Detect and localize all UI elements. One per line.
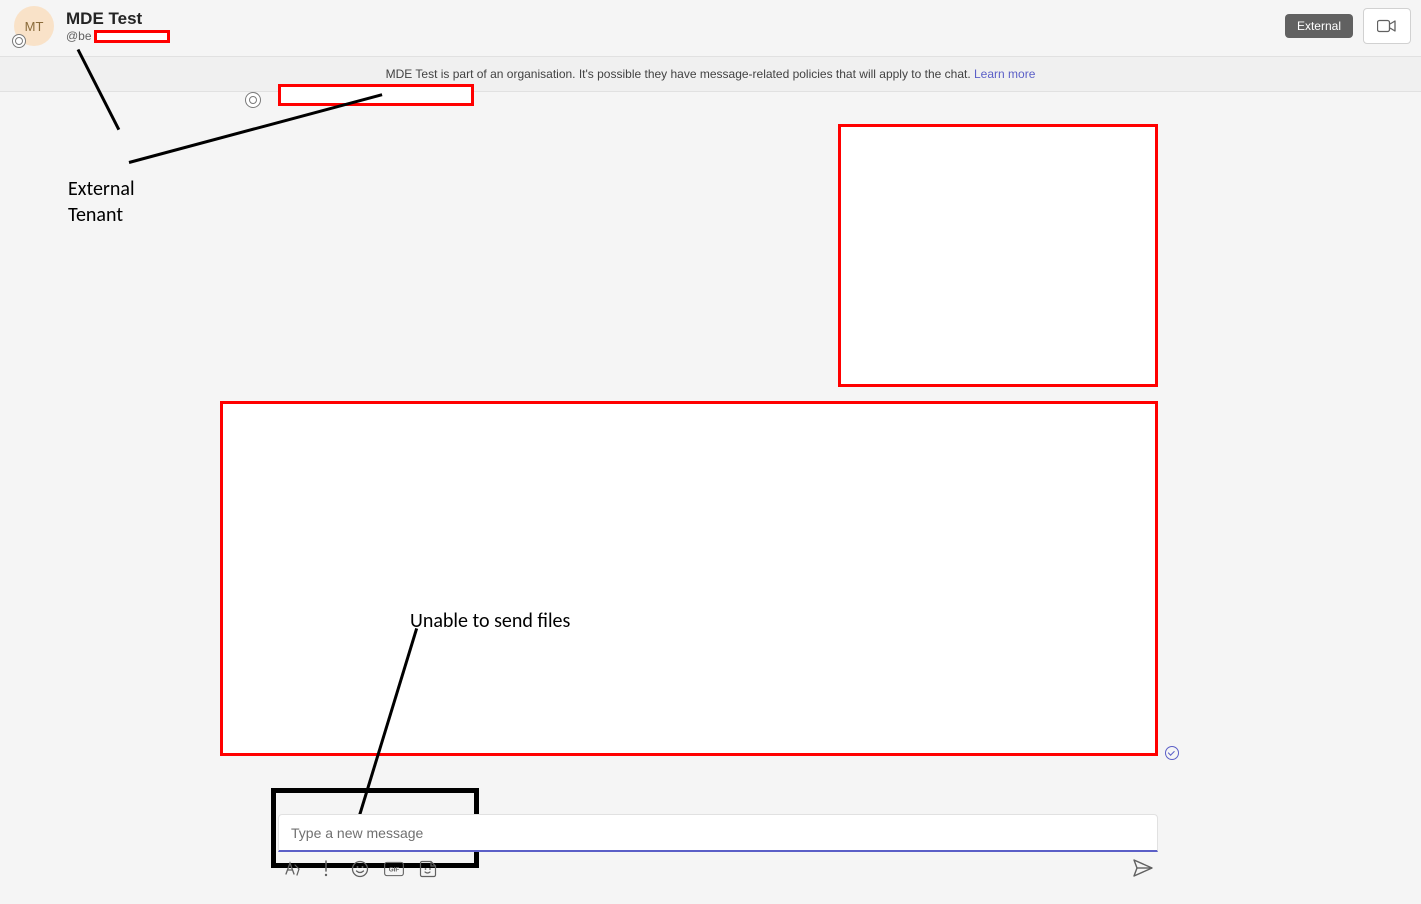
external-badge: External [1285, 14, 1353, 38]
send-button[interactable] [1132, 858, 1154, 880]
banner-text: MDE Test is part of an organisation. It'… [386, 67, 974, 81]
avatar-initials: MT [25, 19, 44, 34]
redacted-message-block-1 [838, 124, 1158, 387]
sticker-icon [419, 860, 437, 878]
chat-title-block: MDE Test @be [66, 9, 170, 43]
redacted-domain [94, 30, 170, 43]
header-actions: External [1285, 8, 1411, 44]
send-icon [1132, 858, 1154, 878]
gif-button[interactable]: GIF [384, 859, 404, 879]
chat-name: MDE Test [66, 9, 170, 29]
gif-icon: GIF [384, 861, 404, 877]
format-icon [283, 861, 301, 877]
priority-icon [323, 860, 329, 878]
org-policy-banner: MDE Test is part of an organisation. It'… [0, 56, 1421, 92]
message-presence-icon [245, 92, 261, 108]
svg-text:GIF: GIF [389, 867, 400, 874]
priority-button[interactable] [316, 859, 336, 879]
chat-messages-area [0, 92, 1421, 812]
emoji-button[interactable] [350, 859, 370, 879]
chat-subtitle: @be [66, 29, 170, 43]
sticker-button[interactable] [418, 859, 438, 879]
compose-toolbar: GIF [278, 852, 1158, 886]
annotation-external-tenant: External Tenant [68, 176, 135, 228]
learn-more-link[interactable]: Learn more [974, 67, 1035, 81]
chat-header: MT MDE Test @be External [0, 0, 1421, 56]
avatar[interactable]: MT [14, 6, 54, 46]
emoji-icon [351, 860, 369, 878]
message-input[interactable] [278, 814, 1158, 852]
format-button[interactable] [282, 859, 302, 879]
video-call-button[interactable] [1363, 8, 1411, 44]
compose-area: GIF [0, 814, 1421, 904]
presence-offline-icon [12, 34, 26, 48]
chat-sub-prefix: @be [66, 29, 92, 43]
video-icon [1377, 19, 1397, 33]
redacted-message-block-2 [220, 401, 1158, 756]
annotation-unable-files: Unable to send files [410, 608, 570, 634]
read-receipt-icon [1165, 746, 1179, 760]
